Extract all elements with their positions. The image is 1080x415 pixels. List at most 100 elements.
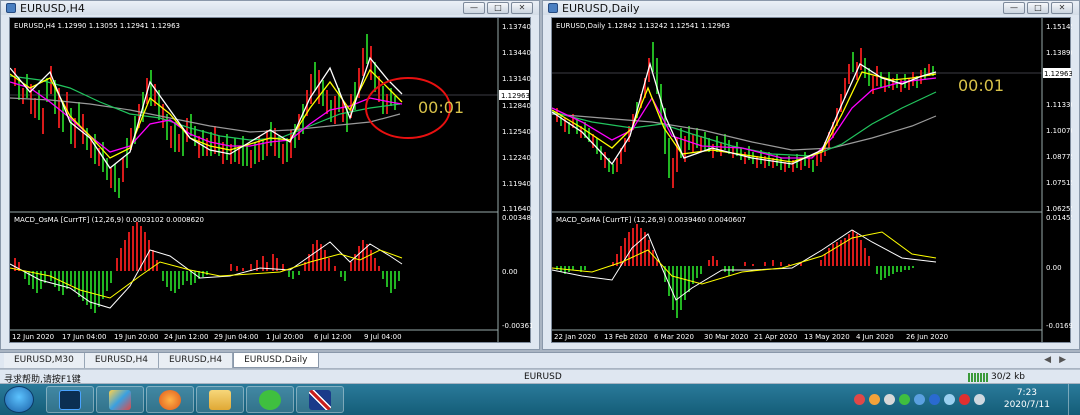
chart-tabs: EURUSD,M30 EURUSD,H4 EURUSD,H4 EURUSD,Da… [0,352,1080,368]
timer-label: 00:01 [958,76,1004,95]
time-tick: 22 Jan 2020 [554,333,596,341]
time-tick: 26 Jun 2020 [906,333,948,341]
maximize-button[interactable]: □ [1027,2,1049,14]
taskbar: 7:23 2020/7/11 [0,384,1080,415]
status-symbol: EURUSD [524,372,562,382]
minimize-button[interactable]: — [463,2,485,14]
clock-time: 7:23 [1016,388,1038,398]
time-tick: 9 Jul 04:00 [364,333,402,341]
price-tick: 1.13440 [502,49,531,57]
taskbar-mt4[interactable] [96,386,144,413]
price-tick: 1.06255 [1046,205,1072,213]
macd-tick: 0.00 [502,268,518,276]
time-tick: 19 Jun 20:00 [114,333,158,341]
price-tick: 1.07515 [1046,179,1072,187]
price-chart[interactable]: EURUSD,Daily 1.12842 1.13242 1.12541 1.1… [551,17,1080,343]
volume-icon[interactable] [974,394,985,405]
tray-connection-icon[interactable] [944,394,955,405]
chart-header: EURUSD,Daily 1.12842 1.13242 1.12541 1.1… [556,22,730,30]
tray-alert-icon[interactable] [959,394,970,405]
price-tick: 1.11940 [502,180,531,188]
time-tick: 1 Jul 20:00 [266,333,304,341]
price-tick: 1.13890 [1046,49,1072,57]
taskbar-wechat[interactable] [246,386,294,413]
macd-tick: -0.0169957 [1046,322,1072,330]
tray-network-icon[interactable] [914,394,925,405]
price-tick: 1.15145 [1046,23,1072,31]
window-titlebar[interactable]: EURUSD,H4 — □ ✕ [1,1,539,15]
tab-eurusd-h4-2[interactable]: EURUSD,H4 [158,353,234,368]
price-tick: 1.13740 [502,23,531,31]
window-title: EURUSD,Daily [562,1,640,15]
price-chart[interactable]: EURUSD,H4 1.12990 1.13055 1.12941 1.1296… [9,17,543,343]
chart-canvas: EURUSD,H4 1.12990 1.13055 1.12941 1.1296… [9,18,543,342]
window-titlebar[interactable]: EURUSD,Daily — □ ✕ [543,1,1079,15]
chart-window-icon [548,3,558,13]
time-tick: 12 Jun 2020 [12,333,54,341]
time-tick: 29 Jun 04:00 [214,333,258,341]
taskbar-photoshop[interactable] [46,386,94,413]
price-tick: 1.12540 [502,128,531,136]
tray-app-icon[interactable] [869,394,880,405]
macd-tick: 0.00 [1046,264,1062,272]
time-tick: 13 Feb 2020 [604,333,648,341]
chart-window-eurusd-h4[interactable]: EURUSD,H4 — □ ✕ EURUSD,H4 1.12990 1.1305… [0,0,543,350]
price-tick: 1.11330 [1046,101,1072,109]
folder-icon [209,390,231,410]
tab-eurusd-daily[interactable]: EURUSD,Daily [233,353,319,368]
macd-tick: 0.0145509 [1046,214,1072,222]
time-tick: 6 Mar 2020 [654,333,694,341]
system-clock[interactable]: 7:23 2020/7/11 [1004,387,1050,411]
chart-header: EURUSD,H4 1.12990 1.13055 1.12941 1.1296… [14,22,180,30]
tray-s-icon[interactable] [854,394,865,405]
chart-canvas: EURUSD,Daily 1.12842 1.13242 1.12541 1.1… [551,18,1080,342]
tab-scroll-arrows[interactable]: ◀▶ [1044,355,1074,365]
time-tick: 4 Jun 2020 [856,333,894,341]
chart-window-eurusd-daily[interactable]: EURUSD,Daily — □ ✕ EURUSD,Daily 1.12842 … [542,0,1080,350]
time-tick: 17 Jun 04:00 [62,333,106,341]
mt4-chart-icon [109,390,131,410]
time-tick: 30 Mar 2020 [704,333,748,341]
wechat-icon [259,390,281,410]
price-tick: 1.11640 [502,205,531,213]
macd-label: MACD_OsMA [CurrTF] (12,26,9) 0.0039460 0… [556,216,746,224]
minimize-button[interactable]: — [1003,2,1025,14]
price-tick: 1.08775 [1046,153,1072,161]
photoshop-icon [59,390,81,410]
macd-label: MACD_OsMA [CurrTF] (12,26,9) 0.0003102 0… [14,216,204,224]
current-price-label: 1.12963 [1044,70,1072,78]
taskbar-explorer[interactable] [196,386,244,413]
windows-start-icon[interactable] [4,386,34,413]
tray-keyboard-icon[interactable] [884,394,895,405]
taskbar-uk-flag-app[interactable] [296,386,344,413]
timer-label: 00:01 [418,98,464,117]
price-tick: 1.10070 [1046,127,1072,135]
maximize-button[interactable]: □ [487,2,509,14]
tray-shield-icon[interactable] [929,394,940,405]
close-button[interactable]: ✕ [511,2,533,14]
current-price-label: 1.12963 [501,92,530,100]
uk-flag-icon [309,390,331,410]
firefox-icon [159,390,181,410]
show-desktop-button[interactable] [1068,384,1080,415]
time-tick: 24 Jun 12:00 [164,333,208,341]
time-tick: 6 Jul 12:00 [314,333,352,341]
status-connection: 30/2 kb [968,372,1025,382]
connection-traffic: 30/2 kb [991,372,1025,382]
tray-wechat-icon[interactable] [899,394,910,405]
price-tick: 1.12840 [502,102,531,110]
time-tick: 21 Apr 2020 [754,333,797,341]
tab-eurusd-m30[interactable]: EURUSD,M30 [4,353,85,368]
window-title: EURUSD,H4 [20,1,85,15]
taskbar-firefox[interactable] [146,386,194,413]
close-button[interactable]: ✕ [1051,2,1073,14]
price-tick: 1.12240 [502,154,531,162]
status-bar: 寻求帮助,请按F1键 EURUSD 30/2 kb [0,369,1080,385]
connection-bars-icon [968,372,988,382]
chart-window-icon [6,3,16,13]
tab-eurusd-h4[interactable]: EURUSD,H4 [84,353,159,368]
macd-tick: 0.0034869 [502,214,532,222]
time-tick: 13 May 2020 [804,333,850,341]
macd-tick: -0.0036134 [502,322,532,330]
price-tick: 1.13140 [502,75,531,83]
